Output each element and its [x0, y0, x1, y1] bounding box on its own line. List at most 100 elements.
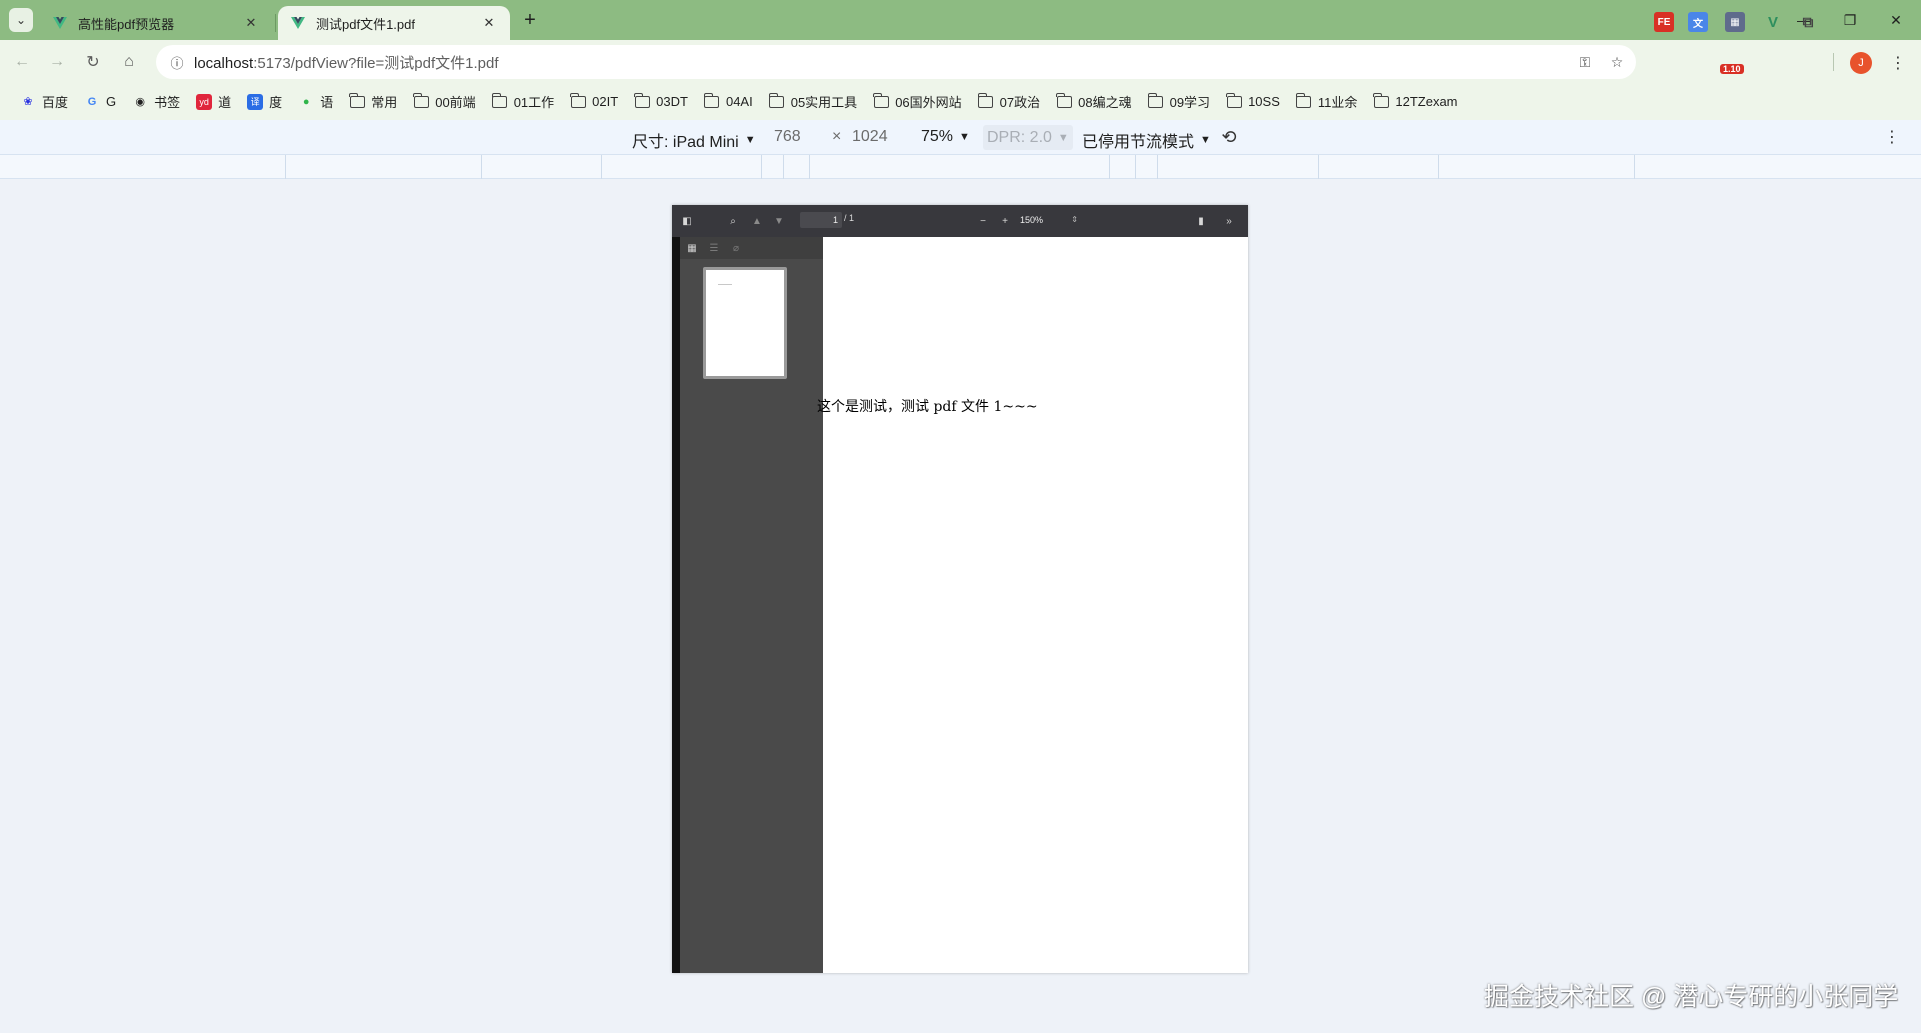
bookmark-item[interactable]: yd 道 — [188, 89, 239, 115]
caret-down-icon: ▼ — [744, 134, 756, 146]
bookmark-folder[interactable]: 02IT — [562, 89, 626, 115]
rotate-icon[interactable]: ⟲ — [1216, 124, 1242, 150]
previous-page-icon[interactable]: ▲ — [748, 212, 766, 230]
fe-extension-icon[interactable]: FE — [1654, 12, 1674, 32]
browser-toolbar: ← → ↻ ⌂ ⓘ localhost:5173/pdfView?file=测试… — [0, 40, 1921, 83]
tab-search-chevron-icon[interactable]: ⌄ — [9, 8, 33, 32]
tab-pdf-viewer[interactable]: 高性能pdf预览器 ✕ — [40, 6, 272, 40]
width-input[interactable]: 768 — [774, 128, 801, 146]
youdao-icon: yd — [196, 93, 213, 110]
bookmark-item[interactable]: GG — [76, 89, 124, 115]
device-toolbar: 尺寸: iPad Mini ▼ 768 × 1024 75% ▼ DPR: 2.0 ▼… — [0, 120, 1921, 155]
zoom-select[interactable]: 75% ▼ — [921, 128, 970, 146]
bookmark-folder[interactable]: 06国外网站 — [865, 89, 969, 115]
google-icon: G — [87, 95, 97, 108]
zoom-out-icon[interactable]: − — [974, 212, 992, 230]
zoom-in-icon[interactable]: + — [996, 212, 1014, 230]
bookmark-folder[interactable]: 11业余 — [1288, 89, 1366, 115]
restore-icon[interactable]: ❐ — [1830, 6, 1870, 34]
sidebar-toggle-icon[interactable]: ◧ — [678, 212, 696, 230]
sidebar-tools: ▦ ☰ ⌀ — [680, 237, 823, 259]
tab-title: 高性能pdf预览器 — [78, 16, 175, 32]
vue-icon — [52, 15, 68, 31]
zoom-select[interactable]: 150% ⇕ — [1016, 212, 1080, 228]
bookmark-item[interactable]: ● 语 — [290, 89, 341, 115]
folder-icon — [1147, 92, 1164, 110]
folder-icon — [977, 92, 994, 110]
address-bar[interactable]: ⓘ localhost:5173/pdfView?file=测试pdf文件1.p… — [156, 45, 1636, 79]
back-arrow-icon[interactable]: ← — [8, 48, 36, 76]
extensions-puzzle-icon[interactable]: ⧉ — [1798, 12, 1818, 32]
extension-badge: 1.10 — [1720, 64, 1744, 74]
folder-icon — [634, 92, 650, 110]
tab-test-pdf[interactable]: 测试pdf文件1.pdf ✕ — [278, 6, 510, 40]
bookmark-icon[interactable]: ▮ — [1192, 212, 1210, 230]
times-label: × — [832, 128, 842, 145]
baidu-icon: ❀ — [23, 96, 33, 108]
bookmark-folder[interactable]: 00前端 — [405, 89, 483, 115]
device-select[interactable]: 尺寸: iPad Mini ▼ — [632, 128, 756, 152]
tab-title: 测试pdf文件1.pdf — [316, 16, 415, 32]
forward-arrow-icon[interactable]: → — [43, 48, 71, 76]
folder-icon — [491, 92, 508, 110]
next-page-icon[interactable]: ▼ — [770, 212, 788, 230]
vue-devtools-icon[interactable]: V — [1763, 12, 1783, 32]
dpr-select[interactable]: DPR: 2.0 ▼ — [983, 125, 1073, 150]
bookmark-folder[interactable]: 08编之魂 — [1048, 89, 1139, 115]
calendar-extension-icon[interactable]: ▦ — [1725, 12, 1745, 32]
select-caret-icon: ⇕ — [1071, 215, 1078, 224]
bookmark-item[interactable]: ❀ 百度 — [12, 89, 76, 115]
page-thumbnail[interactable] — [703, 267, 787, 379]
height-input[interactable]: 1024 — [852, 128, 888, 146]
new-tab-plus-icon[interactable]: + — [518, 8, 542, 32]
window-close-icon[interactable]: ✕ — [1876, 6, 1916, 34]
folder-icon — [1295, 92, 1312, 110]
media-query-ruler — [0, 155, 1921, 179]
caret-down-icon: ▼ — [1057, 131, 1069, 144]
page-number-input[interactable]: 1 — [800, 212, 842, 228]
tab-strip: ⌄ 高性能pdf预览器 ✕ 测试pdf文件1.pdf ✕ + — ❐ ✕ — [0, 0, 1921, 40]
thumbnail-text-line — [718, 284, 732, 285]
site-info-icon[interactable]: ⓘ — [160, 45, 194, 79]
folder-icon — [768, 92, 785, 110]
folder-icon — [570, 92, 586, 110]
attachments-icon[interactable]: ⌀ — [728, 240, 744, 256]
pdf-page — [823, 237, 1248, 973]
throttling-select[interactable]: 已停用节流模式 ▼ — [1082, 128, 1211, 152]
toolbar-separator — [1833, 53, 1834, 71]
bookmark-folder[interactable]: 10SS — [1218, 89, 1288, 115]
home-icon[interactable]: ⌂ — [115, 48, 143, 76]
bookmark-folder[interactable]: 12TZexam — [1365, 89, 1465, 115]
translate-extension-icon[interactable]: 文 — [1688, 12, 1708, 32]
search-icon[interactable]: ⌕ — [724, 212, 742, 230]
close-icon[interactable]: ✕ — [480, 14, 498, 32]
translate-icon: 译 — [247, 93, 264, 110]
url-text[interactable]: localhost:5173/pdfView?file=测试pdf文件1.pdf — [194, 52, 499, 73]
bookmark-item[interactable]: ◉ 书签 — [124, 89, 188, 115]
folder-icon — [349, 92, 365, 110]
outline-icon[interactable]: ☰ — [706, 240, 722, 256]
folder-icon — [413, 92, 429, 110]
pdf-text-content: 这个是测试，测试 pdf 文件 1~~~ — [817, 399, 1038, 415]
reload-icon[interactable]: ↻ — [79, 48, 107, 76]
bookmark-item[interactable]: 译度 — [239, 89, 290, 115]
caret-down-icon: ▼ — [959, 131, 970, 143]
browser-menu-icon[interactable]: ⋮ — [1888, 52, 1908, 74]
bookmark-folder[interactable]: 05实用工具 — [761, 89, 865, 115]
bookmark-folder[interactable]: 04AI — [696, 89, 761, 115]
more-tools-icon[interactable]: » — [1220, 212, 1238, 230]
folder-icon — [1373, 92, 1389, 110]
bookmark-folder[interactable]: 03DT — [626, 89, 696, 115]
close-icon[interactable]: ✕ — [242, 14, 260, 32]
password-key-icon[interactable]: ⚿ — [1574, 51, 1596, 73]
profile-avatar[interactable]: J — [1850, 52, 1872, 74]
bookmark-folder[interactable]: 01工作 — [484, 89, 562, 115]
bookmark-folder[interactable]: 09学习 — [1140, 89, 1218, 115]
folder-icon — [1226, 92, 1242, 110]
thumbnails-icon[interactable]: ▦ — [684, 240, 700, 256]
leaf-icon: ● — [302, 95, 310, 108]
bookmark-star-icon[interactable]: ☆ — [1606, 51, 1628, 73]
bookmark-folder[interactable]: 07政治 — [970, 89, 1048, 115]
device-menu-icon[interactable]: ⋮ — [1884, 125, 1900, 149]
bookmark-folder[interactable]: 常用 — [341, 89, 405, 115]
